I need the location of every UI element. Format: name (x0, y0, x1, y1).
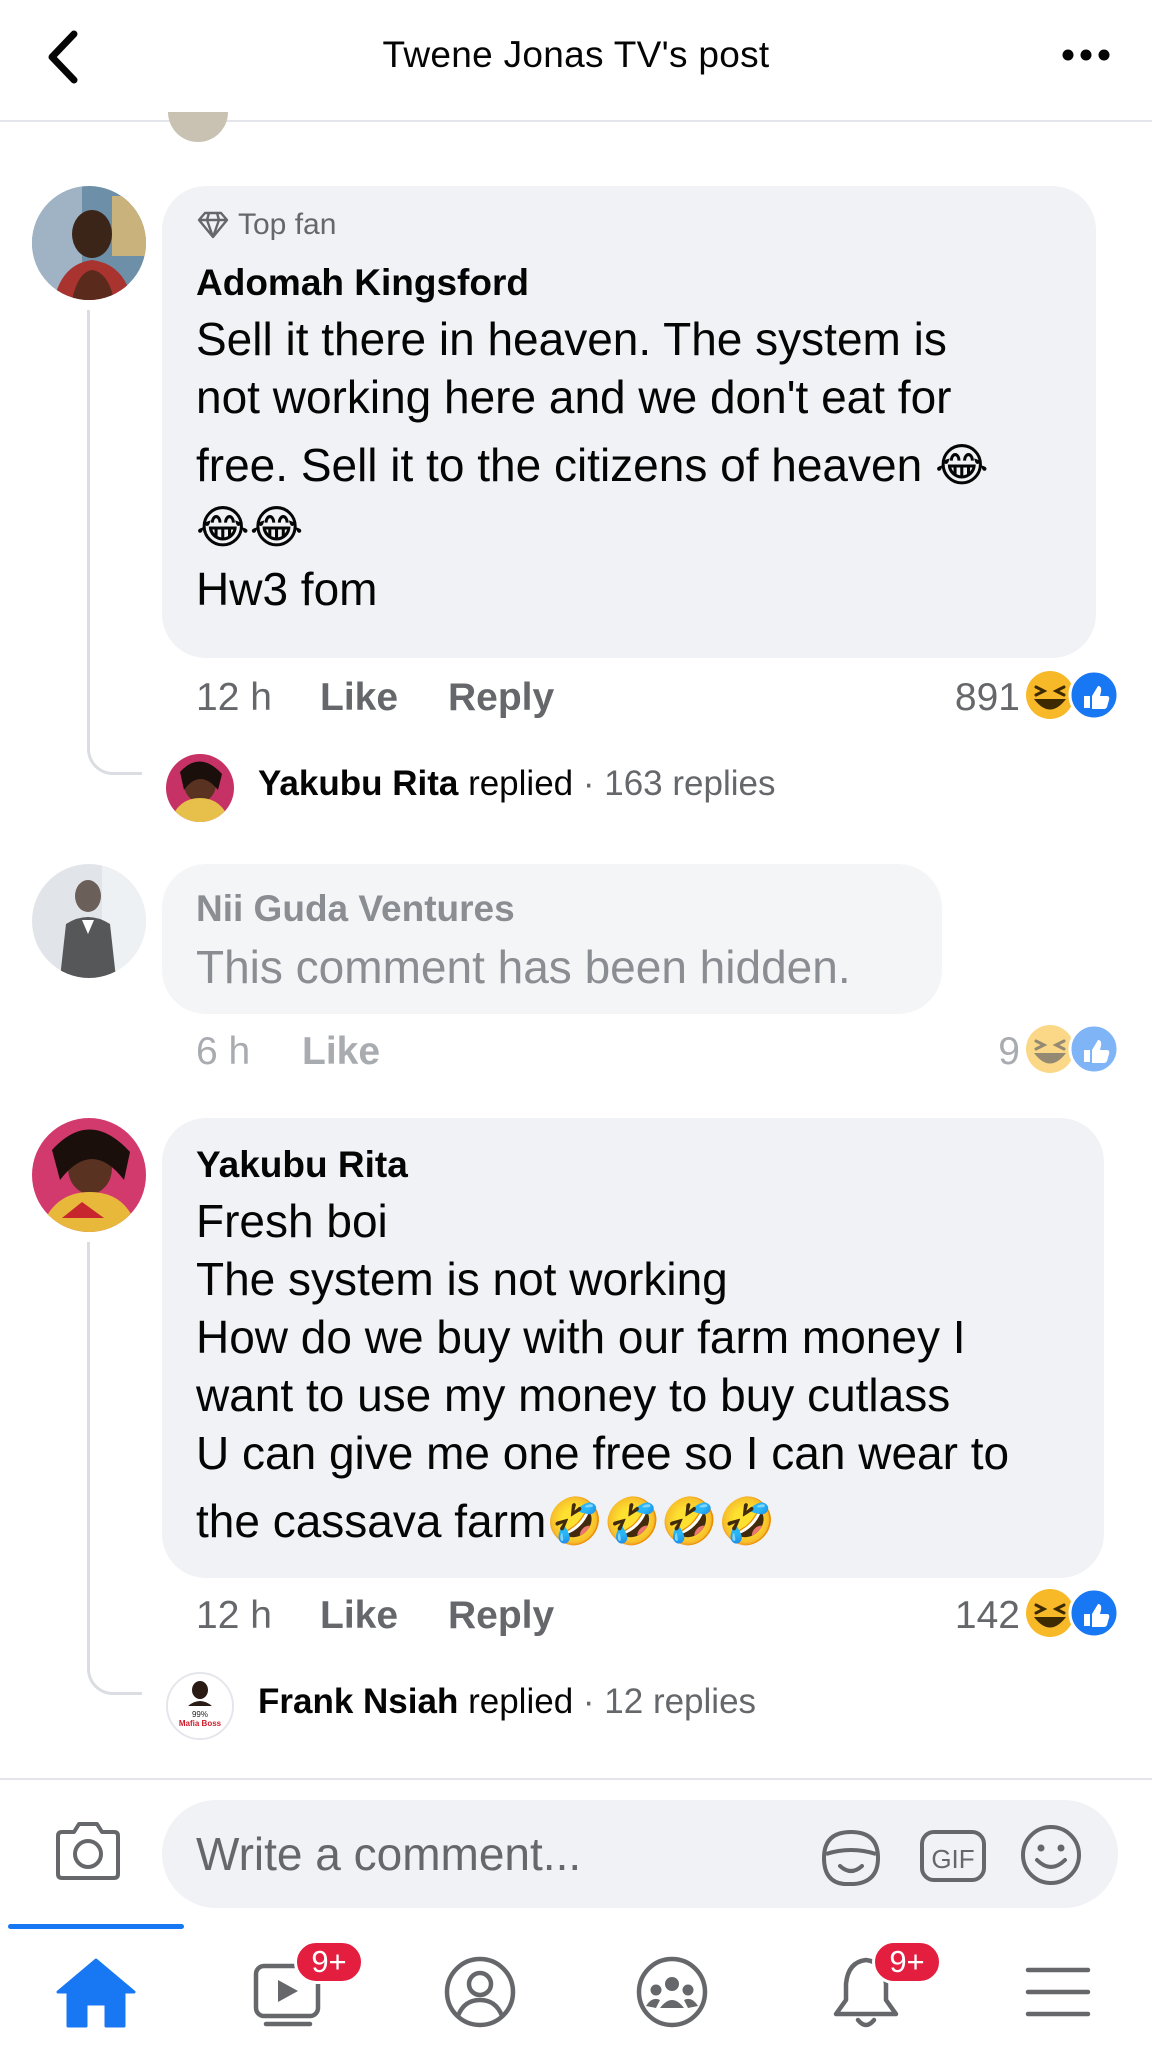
comment-author[interactable]: Adomah Kingsford (196, 262, 529, 304)
reply-button[interactable]: Reply (448, 676, 554, 720)
like-icon (1068, 1023, 1120, 1075)
replied-label: replied (468, 764, 574, 803)
reply-button[interactable]: Reply (448, 1594, 554, 1638)
profile-photo (32, 1118, 146, 1232)
top-fan-label: Top fan (238, 208, 337, 241)
profile-photo (32, 186, 146, 300)
active-tab-indicator (8, 1924, 184, 1929)
comment-line: How do we buy with our farm money I (196, 1311, 966, 1363)
avatar (168, 112, 228, 142)
reply-avatar[interactable]: 99% Mafia Boss (166, 1672, 234, 1740)
comment-line: free. Sell it to the citizens of heaven … (196, 439, 989, 491)
top-fan-badge: Top fan (196, 208, 336, 242)
home-icon[interactable] (52, 1952, 140, 2032)
bottom-navigation (0, 1922, 1152, 2048)
comment-author[interactable]: Yakubu Rita (196, 1144, 408, 1186)
comment-line: Hw3 fom (196, 563, 378, 615)
comment-line: Fresh boi (196, 1195, 388, 1247)
more-options-icon[interactable] (1056, 30, 1116, 80)
comment-author[interactable]: Nii Guda Ventures (196, 888, 515, 930)
avatar-text: 99% (192, 1710, 208, 1719)
reaction-count[interactable]: 9 (900, 1030, 1020, 1074)
like-button[interactable]: Like (302, 1030, 380, 1074)
like-icon (1068, 669, 1120, 721)
replier-name: Frank Nsiah (258, 1682, 459, 1721)
video-badge: 9+ (294, 1940, 364, 1984)
reaction-icons[interactable] (1024, 1586, 1120, 1640)
thread-line (87, 310, 90, 730)
comment-line: want to use my money to buy cutlass (196, 1369, 951, 1421)
sticker-icon[interactable] (816, 1824, 886, 1890)
hidden-comment-text: This comment has been hidden. (196, 941, 851, 993)
gif-label: GIF (931, 1844, 974, 1874)
replies-count: · 12 replies (582, 1682, 757, 1721)
profile-photo: 99% Mafia Boss (168, 1674, 232, 1738)
top-header: Twene Jonas TV's post (0, 0, 1152, 122)
comment-text: Fresh boi The system is not working How … (196, 1192, 1009, 1550)
view-replies-link[interactable]: Frank Nsiah replied · 12 replies (258, 1682, 756, 1722)
avatar[interactable] (32, 186, 146, 300)
comment-line: Sell it there in heaven. The system is (196, 313, 947, 365)
replier-name: Yakubu Rita (258, 764, 459, 803)
like-button[interactable]: Like (320, 1594, 398, 1638)
avatar[interactable] (32, 864, 146, 978)
comment-line: 😂😂 (196, 501, 304, 553)
like-button[interactable]: Like (320, 676, 398, 720)
menu-icon[interactable] (1014, 1952, 1102, 2032)
profile-icon[interactable] (436, 1952, 524, 2032)
reply-avatar[interactable] (166, 754, 234, 822)
emoji-icon[interactable] (1018, 1822, 1084, 1888)
thread-line (87, 1242, 90, 1652)
post-comments-screen: Twene Jonas TV's post Top fan Adomah Kin… (0, 0, 1152, 2048)
page-title: Twene Jonas TV's post (382, 34, 770, 75)
replies-count: · 163 replies (582, 764, 776, 803)
laugh-icon (1026, 1589, 1074, 1637)
laugh-icon (1026, 671, 1074, 719)
reaction-count[interactable]: 891 (900, 676, 1020, 720)
diamond-icon (197, 211, 229, 239)
comment-time: 6 h (196, 1030, 251, 1073)
comment-time: 12 h (196, 676, 272, 719)
thread-connector (87, 1650, 142, 1695)
comment-line: the cassava farm🤣🤣🤣🤣 (196, 1495, 776, 1547)
view-replies-link[interactable]: Yakubu Rita replied · 163 replies (258, 764, 775, 804)
thread-connector (87, 730, 142, 775)
reaction-icons[interactable] (1024, 1022, 1120, 1076)
comment-line: not working here and we don't eat for (196, 371, 952, 423)
avatar[interactable] (32, 1118, 146, 1232)
avatar-text: Mafia Boss (179, 1719, 222, 1728)
comment-line: U can give me one free so I can wear to (196, 1427, 1010, 1479)
groups-icon[interactable] (628, 1952, 716, 2032)
comment-line: The system is not working (196, 1253, 728, 1305)
laugh-icon (1026, 1025, 1074, 1073)
like-icon (1068, 1587, 1120, 1639)
notifications-badge: 9+ (872, 1940, 942, 1984)
profile-photo (166, 754, 234, 822)
profile-photo (32, 864, 146, 978)
replied-label: replied (468, 1682, 574, 1721)
camera-icon[interactable] (52, 1818, 124, 1884)
gif-icon[interactable]: GIF (918, 1826, 988, 1886)
comment-time: 12 h (196, 1594, 272, 1637)
reaction-count[interactable]: 142 (900, 1594, 1020, 1638)
reaction-icons[interactable] (1024, 668, 1120, 722)
comment-text: Sell it there in heaven. The system is n… (196, 310, 989, 618)
